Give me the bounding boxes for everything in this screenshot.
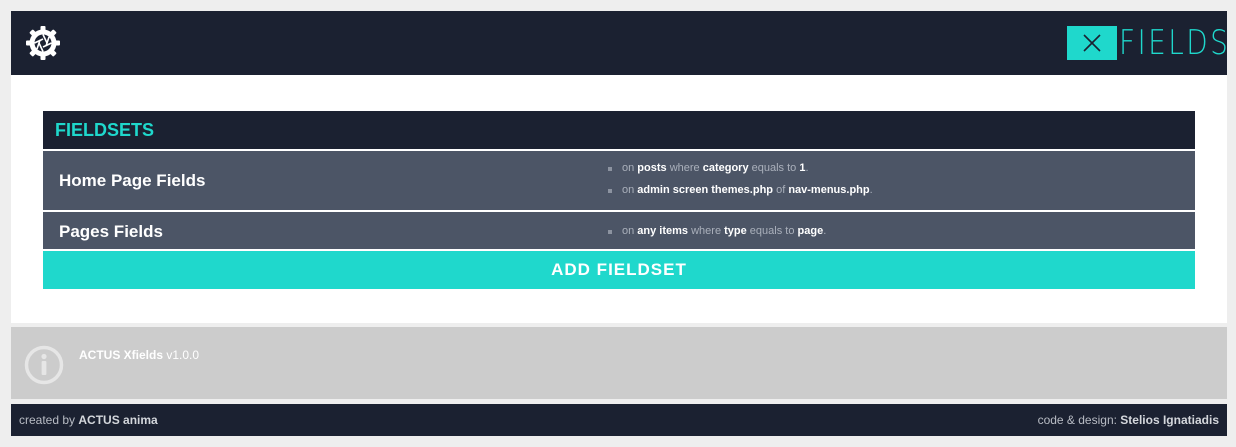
fieldset-rules: on posts where category equals to 1. on … (608, 163, 873, 207)
rule-item: on admin screen themes.php of nav-menus.… (608, 185, 873, 196)
designer-link[interactable]: Stelios Ignatiadis (1120, 413, 1219, 427)
rule-item: on posts where category equals to 1. (608, 163, 873, 174)
add-fieldset-button[interactable]: ADD FIELDSET (43, 251, 1195, 289)
x-icon (1067, 26, 1117, 60)
info-bar: ACTUS Xfields v1.0.0 (11, 327, 1227, 399)
panel-title: FIELDSETS (43, 111, 1195, 149)
rule-item: on any items where type equals to page. (608, 226, 826, 237)
top-header: FIELDS (11, 11, 1231, 75)
fieldset-row[interactable]: Home Page Fields on posts where category… (43, 151, 1195, 210)
info-icon (24, 345, 64, 385)
version-label: v1.0.0 (163, 348, 200, 362)
author-link[interactable]: ACTUS anima (78, 413, 157, 427)
xfields-logo: FIELDS (1067, 23, 1231, 63)
footer-design-credits: code & design: Stelios Ignatiadis (1037, 413, 1219, 427)
product-name: ACTUS Xfields (79, 348, 164, 362)
version-info: ACTUS Xfields v1.0.0 (79, 348, 199, 362)
fieldset-name[interactable]: Pages Fields (59, 222, 163, 242)
gear-aperture-icon[interactable] (25, 25, 61, 61)
footer-credits: created by ACTUS anima (19, 413, 158, 427)
main-content: FIELDSETS Home Page Fields on posts wher… (11, 75, 1227, 323)
footer: created by ACTUS anima code & design: St… (11, 404, 1227, 436)
fieldsets-panel: FIELDSETS Home Page Fields on posts wher… (43, 111, 1195, 289)
brand-text: FIELDS (1119, 23, 1231, 63)
fieldset-row[interactable]: Pages Fields on any items where type equ… (43, 212, 1195, 249)
fieldset-name[interactable]: Home Page Fields (59, 171, 205, 191)
xfields-window: FIELDS FIELDSETS Home Page Fields on pos… (11, 11, 1231, 436)
fieldset-rules: on any items where type equals to page. (608, 226, 826, 248)
